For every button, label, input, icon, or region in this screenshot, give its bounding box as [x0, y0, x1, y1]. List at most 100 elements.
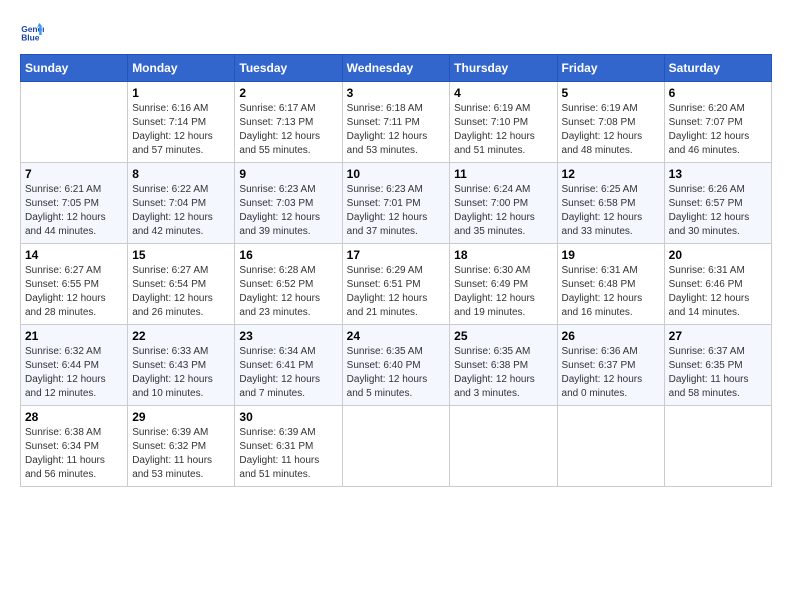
- calendar-cell: 9 Sunrise: 6:23 AM Sunset: 7:03 PM Daylig…: [235, 163, 342, 244]
- cell-info: Sunrise: 6:18 AM Sunset: 7:11 PM Dayligh…: [347, 102, 446, 158]
- cell-info: Sunrise: 6:38 AM Sunset: 6:34 PM Dayligh…: [25, 426, 123, 482]
- calendar-cell: 14 Sunrise: 6:27 AM Sunset: 6:55 PM Dayli…: [21, 244, 128, 325]
- day-number: 6: [669, 86, 767, 100]
- day-number: 19: [562, 248, 660, 262]
- logo-icon: General Blue: [20, 20, 44, 44]
- cell-info: Sunrise: 6:37 AM Sunset: 6:35 PM Dayligh…: [669, 345, 767, 401]
- cell-info: Sunrise: 6:16 AM Sunset: 7:14 PM Dayligh…: [132, 102, 230, 158]
- cell-info: Sunrise: 6:29 AM Sunset: 6:51 PM Dayligh…: [347, 264, 446, 320]
- calendar-cell: 8Sunrise: 6:22 AM Sunset: 7:04 PM Daylig…: [128, 163, 235, 244]
- cell-info: Sunrise: 6:26 AM Sunset: 6:57 PM Dayligh…: [669, 183, 767, 239]
- calendar-cell: 17 Sunrise: 6:29 AM Sunset: 6:51 PM Dayli…: [342, 244, 450, 325]
- cell-info: Sunrise: 6:27 AM Sunset: 6:55 PM Dayligh…: [25, 264, 123, 320]
- day-number: 11: [454, 167, 552, 181]
- calendar-cell: 10 Sunrise: 6:23 AM Sunset: 7:01 PM Dayli…: [342, 163, 450, 244]
- calendar-header-row: SundayMondayTuesdayWednesdayThursdayFrid…: [21, 55, 772, 82]
- calendar-cell: [21, 82, 128, 163]
- logo: General Blue: [20, 20, 48, 44]
- day-number: 14: [25, 248, 123, 262]
- day-number: 16: [239, 248, 337, 262]
- calendar-cell: 24 Sunrise: 6:35 AM Sunset: 6:40 PM Dayli…: [342, 325, 450, 406]
- day-number: 9: [239, 167, 337, 181]
- cell-info: Sunrise: 6:31 AM Sunset: 6:48 PM Dayligh…: [562, 264, 660, 320]
- calendar-cell: 11 Sunrise: 6:24 AM Sunset: 7:00 PM Dayli…: [450, 163, 557, 244]
- day-number: 4: [454, 86, 552, 100]
- calendar-week-row: 14 Sunrise: 6:27 AM Sunset: 6:55 PM Dayli…: [21, 244, 772, 325]
- day-header-monday: Monday: [128, 55, 235, 82]
- calendar-cell: 29 Sunrise: 6:39 AM Sunset: 6:32 PM Dayli…: [128, 406, 235, 487]
- calendar-cell: 22Sunrise: 6:33 AM Sunset: 6:43 PM Dayli…: [128, 325, 235, 406]
- cell-info: Sunrise: 6:36 AM Sunset: 6:37 PM Dayligh…: [562, 345, 660, 401]
- calendar-week-row: 21Sunrise: 6:32 AM Sunset: 6:44 PM Dayli…: [21, 325, 772, 406]
- day-number: 22: [132, 329, 230, 343]
- day-number: 12: [562, 167, 660, 181]
- calendar-cell: 5 Sunrise: 6:19 AM Sunset: 7:08 PM Daylig…: [557, 82, 664, 163]
- cell-info: Sunrise: 6:19 AM Sunset: 7:08 PM Dayligh…: [562, 102, 660, 158]
- calendar-week-row: 1 Sunrise: 6:16 AM Sunset: 7:14 PM Daylig…: [21, 82, 772, 163]
- calendar-cell: 26 Sunrise: 6:36 AM Sunset: 6:37 PM Dayli…: [557, 325, 664, 406]
- day-number: 3: [347, 86, 446, 100]
- cell-info: Sunrise: 6:32 AM Sunset: 6:44 PM Dayligh…: [25, 345, 123, 401]
- calendar-cell: 1 Sunrise: 6:16 AM Sunset: 7:14 PM Daylig…: [128, 82, 235, 163]
- calendar-cell: [342, 406, 450, 487]
- cell-info: Sunrise: 6:23 AM Sunset: 7:01 PM Dayligh…: [347, 183, 446, 239]
- cell-info: Sunrise: 6:20 AM Sunset: 7:07 PM Dayligh…: [669, 102, 767, 158]
- calendar-cell: 4Sunrise: 6:19 AM Sunset: 7:10 PM Daylig…: [450, 82, 557, 163]
- day-number: 7: [25, 167, 123, 181]
- cell-info: Sunrise: 6:30 AM Sunset: 6:49 PM Dayligh…: [454, 264, 552, 320]
- day-number: 18: [454, 248, 552, 262]
- calendar-cell: 3 Sunrise: 6:18 AM Sunset: 7:11 PM Daylig…: [342, 82, 450, 163]
- calendar-week-row: 7Sunrise: 6:21 AM Sunset: 7:05 PM Daylig…: [21, 163, 772, 244]
- day-number: 17: [347, 248, 446, 262]
- cell-info: Sunrise: 6:28 AM Sunset: 6:52 PM Dayligh…: [239, 264, 337, 320]
- cell-info: Sunrise: 6:31 AM Sunset: 6:46 PM Dayligh…: [669, 264, 767, 320]
- cell-info: Sunrise: 6:39 AM Sunset: 6:31 PM Dayligh…: [239, 426, 337, 482]
- day-number: 20: [669, 248, 767, 262]
- cell-info: Sunrise: 6:39 AM Sunset: 6:32 PM Dayligh…: [132, 426, 230, 482]
- calendar-cell: [664, 406, 771, 487]
- day-header-thursday: Thursday: [450, 55, 557, 82]
- calendar-cell: 12 Sunrise: 6:25 AM Sunset: 6:58 PM Dayli…: [557, 163, 664, 244]
- day-number: 27: [669, 329, 767, 343]
- day-number: 10: [347, 167, 446, 181]
- calendar-cell: 6 Sunrise: 6:20 AM Sunset: 7:07 PM Daylig…: [664, 82, 771, 163]
- day-number: 29: [132, 410, 230, 424]
- calendar-cell: 23Sunrise: 6:34 AM Sunset: 6:41 PM Dayli…: [235, 325, 342, 406]
- cell-info: Sunrise: 6:27 AM Sunset: 6:54 PM Dayligh…: [132, 264, 230, 320]
- cell-info: Sunrise: 6:25 AM Sunset: 6:58 PM Dayligh…: [562, 183, 660, 239]
- calendar-cell: 15 Sunrise: 6:27 AM Sunset: 6:54 PM Dayli…: [128, 244, 235, 325]
- day-number: 26: [562, 329, 660, 343]
- day-number: 15: [132, 248, 230, 262]
- day-header-sunday: Sunday: [21, 55, 128, 82]
- calendar-cell: 28Sunrise: 6:38 AM Sunset: 6:34 PM Dayli…: [21, 406, 128, 487]
- calendar-cell: 30 Sunrise: 6:39 AM Sunset: 6:31 PM Dayli…: [235, 406, 342, 487]
- calendar-cell: 25Sunrise: 6:35 AM Sunset: 6:38 PM Dayli…: [450, 325, 557, 406]
- calendar-cell: 7Sunrise: 6:21 AM Sunset: 7:05 PM Daylig…: [21, 163, 128, 244]
- calendar-table: SundayMondayTuesdayWednesdayThursdayFrid…: [20, 54, 772, 487]
- day-header-wednesday: Wednesday: [342, 55, 450, 82]
- day-number: 13: [669, 167, 767, 181]
- calendar-cell: 20 Sunrise: 6:31 AM Sunset: 6:46 PM Dayli…: [664, 244, 771, 325]
- cell-info: Sunrise: 6:17 AM Sunset: 7:13 PM Dayligh…: [239, 102, 337, 158]
- calendar-cell: 21Sunrise: 6:32 AM Sunset: 6:44 PM Dayli…: [21, 325, 128, 406]
- calendar-cell: 27 Sunrise: 6:37 AM Sunset: 6:35 PM Dayli…: [664, 325, 771, 406]
- day-number: 1: [132, 86, 230, 100]
- day-number: 25: [454, 329, 552, 343]
- day-number: 5: [562, 86, 660, 100]
- day-number: 2: [239, 86, 337, 100]
- day-number: 24: [347, 329, 446, 343]
- day-number: 8: [132, 167, 230, 181]
- calendar-cell: 18 Sunrise: 6:30 AM Sunset: 6:49 PM Dayli…: [450, 244, 557, 325]
- calendar-cell: [557, 406, 664, 487]
- page-header: General Blue: [20, 20, 772, 44]
- cell-info: Sunrise: 6:23 AM Sunset: 7:03 PM Dayligh…: [239, 183, 337, 239]
- cell-info: Sunrise: 6:24 AM Sunset: 7:00 PM Dayligh…: [454, 183, 552, 239]
- cell-info: Sunrise: 6:35 AM Sunset: 6:40 PM Dayligh…: [347, 345, 446, 401]
- day-number: 30: [239, 410, 337, 424]
- day-header-saturday: Saturday: [664, 55, 771, 82]
- cell-info: Sunrise: 6:34 AM Sunset: 6:41 PM Dayligh…: [239, 345, 337, 401]
- calendar-cell: [450, 406, 557, 487]
- day-header-tuesday: Tuesday: [235, 55, 342, 82]
- day-header-friday: Friday: [557, 55, 664, 82]
- calendar-week-row: 28Sunrise: 6:38 AM Sunset: 6:34 PM Dayli…: [21, 406, 772, 487]
